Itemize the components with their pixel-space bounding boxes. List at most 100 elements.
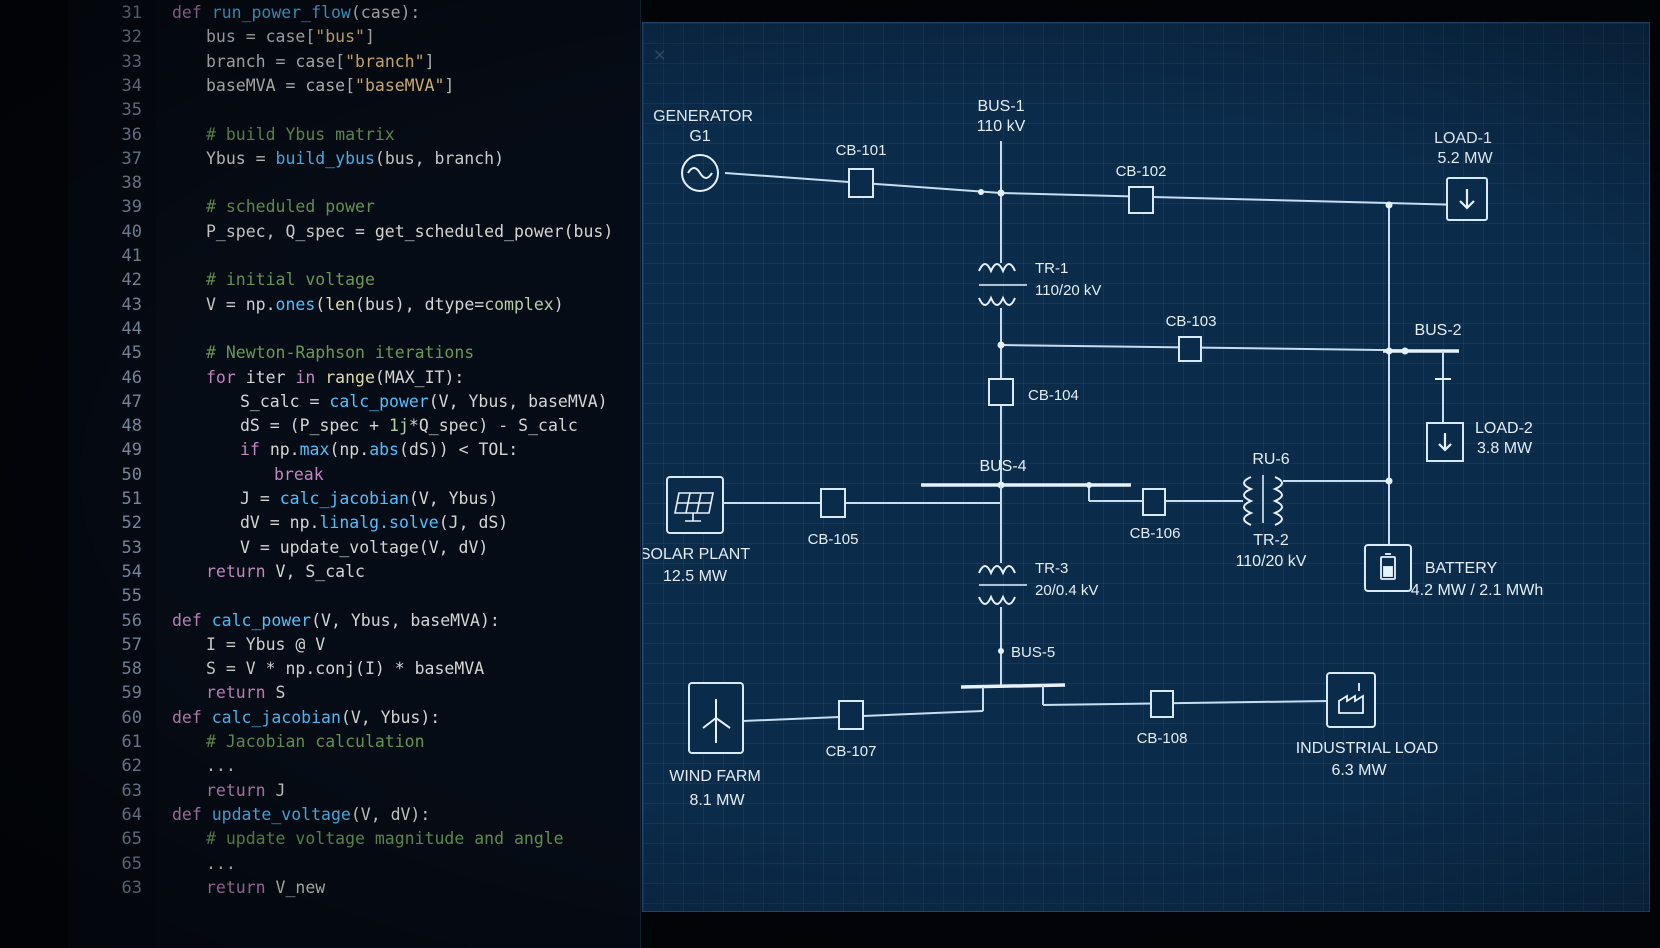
line-number: 65 [121,853,142,874]
code-line[interactable]: def run_power_flow(case): [172,3,420,22]
solar-plant-rating: 12.5 MW [663,568,728,585]
close-icon[interactable]: × [653,45,666,64]
cb-103-breaker[interactable] [1178,336,1202,362]
code-line[interactable]: ... [206,756,236,775]
single-line-diagram-panel[interactable]: × GENERATOR G1 CB-101 BUS-1 110 kV CB-10… [642,22,1650,912]
cb-101-breaker[interactable] [848,168,874,198]
code-line[interactable]: for iter in range(MAX_IT): [206,368,464,387]
code-token: (V, Ybus) [408,489,499,508]
code-token: calc_jacobian [279,489,409,508]
tr-3-label: TR-3 [1035,560,1068,577]
cb-107-breaker[interactable] [838,700,864,730]
bus-2-label: BUS-2 [1414,322,1461,339]
bus-1-label: BUS-1 [977,98,1024,115]
code-line[interactable]: I = Ybus @ V [206,635,325,654]
code-line[interactable]: break [274,465,324,484]
battery-label: BATTERY [1425,560,1498,577]
code-line[interactable]: # Jacobian calculation [206,732,425,751]
code-line[interactable]: # initial voltage [206,270,375,289]
code-line[interactable]: S = V * np.conj(I) * baseMVA [206,659,484,678]
cb-107-label: CB-107 [826,743,877,760]
code-line[interactable]: S_calc = calc_power(V, Ybus, baseMVA) [240,392,608,411]
line-number: 40 [121,221,142,242]
code-line[interactable]: V = update_voltage(V, dV) [240,538,488,557]
cb-102-breaker[interactable] [1128,186,1154,214]
solar-plant-symbol[interactable] [666,476,724,534]
cb-104-breaker[interactable] [988,378,1014,406]
line-number: 63 [121,780,142,801]
line-number: 43 [121,294,142,315]
code-line[interactable]: J = calc_jacobian(V, Ybus) [240,489,498,508]
line-number: 65 [121,829,142,850]
line-number: 32 [121,27,142,48]
code-token: (V, Ybus, baseMVA) [428,391,608,411]
line-number: 61 [121,732,142,752]
code-token: calc_power [211,610,312,630]
wind-farm-rating: 8.1 MW [689,792,745,809]
code-token: # Jacobian calculation [206,732,425,751]
code-line[interactable]: # update voltage magnitude and angle [206,829,564,848]
code-token: # initial voltage [206,270,375,290]
code-token: calc_power [329,391,429,411]
code-token: return [206,561,276,581]
code-line[interactable]: dS = (P_spec + 1j*Q_spec) - S_calc [240,416,578,435]
load-1-rating: 5.2 MW [1437,150,1493,167]
code-token: ] [424,51,435,71]
code-line[interactable]: # Newton-Raphson iterations [206,343,474,362]
line-number: 60 [121,707,142,728]
cb-105-breaker[interactable] [820,488,846,518]
bus-1-rating: 110 kV [977,118,1026,135]
line-number: 63 [121,877,142,898]
code-token: P_spec, Q_spec = get_scheduled_power(bus… [206,221,614,241]
load-2-rating: 3.8 MW [1477,440,1533,457]
cb-104-label: CB-104 [1028,387,1079,404]
line-number: 45 [121,343,142,364]
tr-2-transformer[interactable] [1243,475,1283,526]
ru-6-label: RU-6 [1252,451,1289,468]
code-line[interactable]: return V_new [206,878,325,897]
generator-symbol[interactable] [681,154,719,192]
code-line[interactable]: dV = np.linalg.solve(J, dS) [240,513,508,532]
code-line[interactable]: def calc_power(V, Ybus, baseMVA): [172,611,500,630]
code-token: run_power_flow [211,3,351,22]
code-line[interactable]: bus = case["bus"] [206,27,375,46]
tr-1-transformer[interactable] [978,263,1027,306]
code-token: (MAX_IT): [374,367,465,387]
code-line[interactable]: ... [206,854,236,873]
line-number: 33 [121,51,142,72]
code-line[interactable]: def calc_jacobian(V, Ybus): [172,708,440,727]
bus1-load1-line [1000,192,1464,206]
code-line[interactable]: return S [206,683,285,702]
code-token: bus = case[ [206,27,316,47]
code-line[interactable]: Ybus = build_ybus(bus, branch) [206,149,504,168]
code-line[interactable]: def update_voltage(V, dV): [172,805,430,824]
cb-106-breaker[interactable] [1142,488,1166,516]
code-token: # update voltage magnitude and angle [206,829,564,849]
cb-108-breaker[interactable] [1150,690,1174,718]
code-token: "bus" [315,27,365,47]
code-line[interactable]: # scheduled power [206,197,375,216]
line-number: 37 [121,148,142,169]
line-number: 52 [121,513,142,534]
tr-3-transformer[interactable] [978,565,1027,605]
code-line[interactable]: # build Ybus matrix [206,125,395,144]
code-line[interactable]: return V, S_calc [206,562,365,581]
code-line[interactable]: V = np.ones(len(bus), dtype=complex) [206,295,564,314]
code-token: S [275,683,286,703]
code-line[interactable]: return J [206,781,285,800]
code-token: return [206,877,276,897]
code-line[interactable]: P_spec, Q_spec = get_scheduled_power(bus… [206,222,613,241]
code-line[interactable]: branch = case["branch"] [206,52,435,71]
code-token: iter [245,367,296,387]
code-token: # build Ybus matrix [206,124,395,144]
code-token: (bus, branch) [374,148,505,168]
cb-106-label: CB-106 [1130,525,1181,542]
code-line[interactable]: if np.max(np.abs(dS)) < TOL: [240,440,518,459]
code-token: def [172,804,212,824]
code-token: "branch" [345,51,425,71]
line-number: 35 [121,100,142,121]
code-editor[interactable]: 31 def run_power_flow(case): 32 bus = case[… [68,0,641,948]
cb-108-label: CB-108 [1137,730,1188,747]
code-line[interactable]: baseMVA = case["baseMVA"] [206,76,454,95]
industrial-load-symbol[interactable] [1326,672,1376,728]
